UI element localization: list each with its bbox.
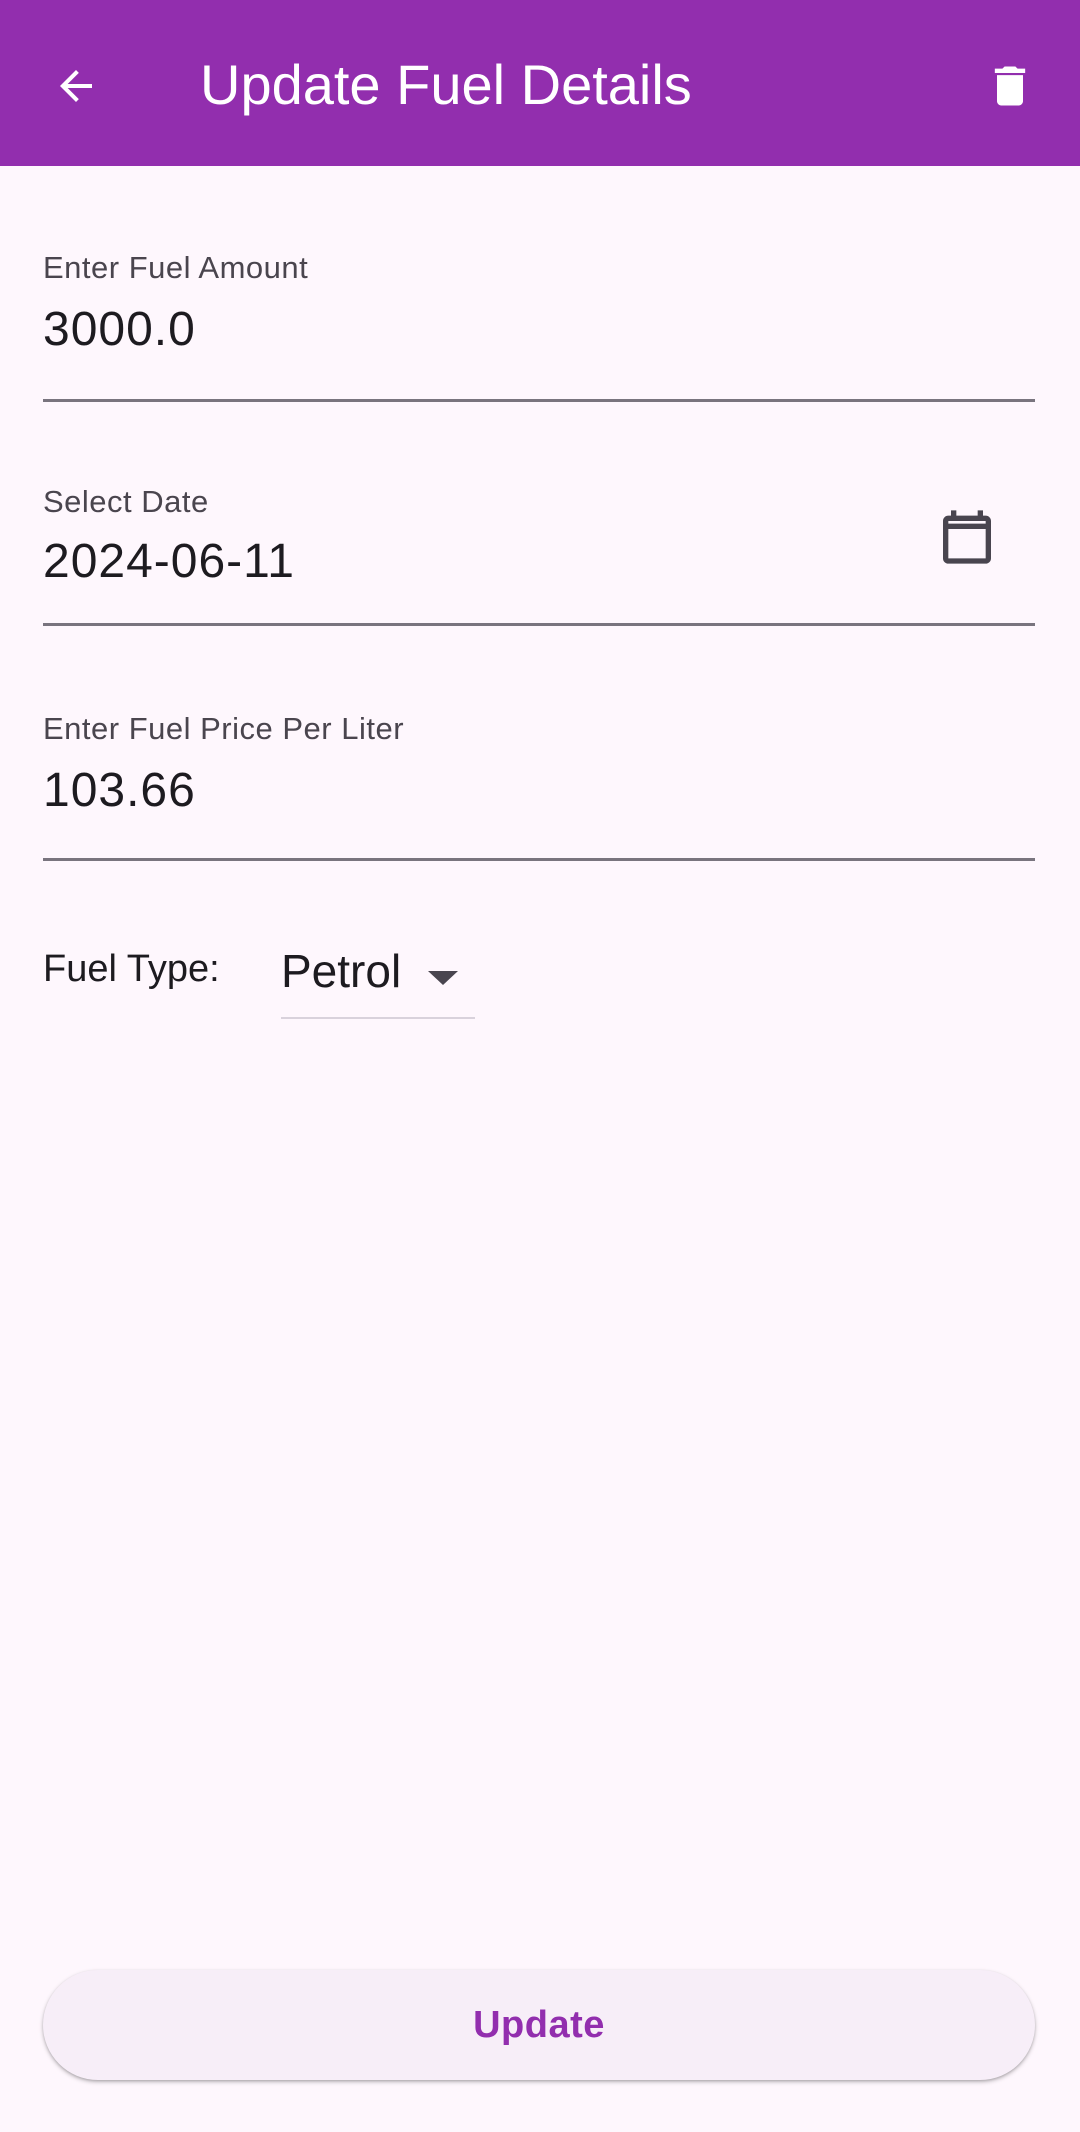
fuel-type-selected: Petrol <box>281 945 402 997</box>
fuel-amount-label: Enter Fuel Amount <box>43 250 309 285</box>
price-per-liter-label: Enter Fuel Price Per Liter <box>43 711 405 746</box>
dropdown-arrow-icon <box>428 971 458 985</box>
update-button-label: Update <box>473 2003 605 2046</box>
fuel-type-underline <box>281 1017 475 1019</box>
delete-button[interactable] <box>966 42 1054 130</box>
date-field[interactable]: Select Date <box>43 484 1035 629</box>
app-bar: Update Fuel Details <box>0 0 1080 166</box>
date-label: Select Date <box>43 484 209 519</box>
fuel-type-label: Fuel Type: <box>43 948 220 990</box>
arrow-left-icon <box>60 70 92 102</box>
date-underline <box>43 623 1035 626</box>
back-button[interactable] <box>32 42 120 130</box>
date-input[interactable] <box>43 534 903 589</box>
fuel-type-dropdown[interactable]: Petrol <box>281 930 475 1020</box>
fuel-amount-field[interactable]: Enter Fuel Amount <box>43 250 1035 405</box>
price-per-liter-input[interactable] <box>43 763 903 818</box>
fuel-amount-input[interactable] <box>43 302 903 357</box>
price-per-liter-field[interactable]: Enter Fuel Price Per Liter <box>43 711 1035 866</box>
price-per-liter-underline <box>43 858 1035 861</box>
update-button[interactable]: Update <box>43 1970 1035 2080</box>
fuel-amount-underline <box>43 399 1035 402</box>
calendar-button[interactable] <box>922 492 1012 582</box>
page-title: Update Fuel Details <box>200 53 692 116</box>
trash-icon <box>994 66 1026 106</box>
calendar-icon <box>943 510 991 564</box>
